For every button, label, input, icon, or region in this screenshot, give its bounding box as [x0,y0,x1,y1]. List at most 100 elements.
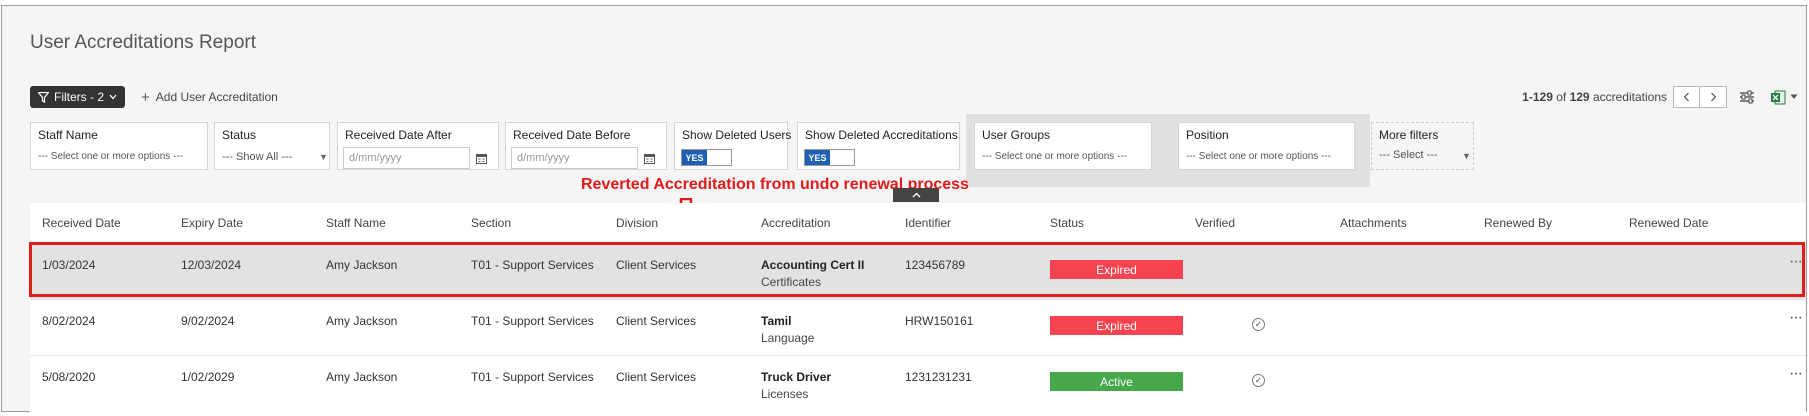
sliders-icon [1740,90,1754,104]
accreditation-cell: Truck Driver Licenses [761,370,831,401]
col-accreditation[interactable]: Accreditation [761,216,830,230]
count-total: 129 [1569,90,1590,104]
user-groups-filter[interactable]: User Groups --- Select one or more optio… [974,122,1152,170]
col-renewed-date[interactable]: Renewed Date [1629,216,1708,230]
show-deleted-users-filter: Show Deleted Users YES [674,122,792,170]
row-actions-button[interactable]: ··· [1789,253,1803,271]
col-attachments[interactable]: Attachments [1340,216,1407,230]
chevron-up-icon [912,192,920,198]
position-label: Position [1186,128,1229,142]
status-filter[interactable]: Status --- Show All --- ▼ [214,122,330,170]
accreditation-category: Licenses [761,387,809,401]
col-received-date[interactable]: Received Date [42,216,121,230]
record-count: 1-129 of 129 accreditations [1522,90,1667,104]
received-before-input[interactable]: d/mm/yyyy [511,147,638,169]
accreditation-cell: Accounting Cert II Certificates [761,258,864,289]
staff-name-cell: Amy Jackson [326,314,398,328]
col-division[interactable]: Division [616,216,658,230]
add-user-accreditation-button[interactable]: + Add User Accreditation [141,89,278,106]
page-title: User Accreditations Report [30,32,256,53]
table-row[interactable]: 1/03/2024 12/03/2024 Amy Jackson T01 - S… [30,244,1806,300]
show-deleted-accreditations-filter: Show Deleted Accreditations YES [797,122,960,170]
division-cell: Client Services [616,314,697,328]
identifier-cell: 1231231231 [905,370,972,384]
count-range: 1-129 [1522,90,1553,104]
col-identifier[interactable]: Identifier [905,216,951,230]
excel-icon [1771,90,1786,104]
chevron-down-icon [1790,94,1798,99]
status-value: --- Show All --- [222,151,293,163]
received-after-filter: Received Date After d/mm/yyyy [337,122,499,170]
toggle-on-label: YES [682,150,707,165]
count-of: of [1556,90,1567,104]
show-deleted-users-toggle[interactable]: YES [681,149,732,166]
filters-label: Filters - 2 [54,90,105,104]
pager [1673,86,1727,108]
show-deleted-accreditations-label: Show Deleted Accreditations [805,128,958,142]
staff-name-filter[interactable]: Staff Name --- Select one or more option… [30,122,208,170]
accreditation-category: Certificates [761,275,822,289]
received-before-filter: Received Date Before d/mm/yyyy [505,122,667,170]
show-deleted-users-label: Show Deleted Users [682,128,792,142]
accreditation-cell: Tamil Language [761,314,814,345]
accreditations-table: Received Date Expiry Date Staff Name Sec… [30,203,1806,412]
expiry-date-cell: 1/02/2029 [181,370,235,384]
verified-check-icon: ✓ [1252,318,1265,331]
toggle-on-label: YES [805,150,830,165]
column-settings-button[interactable] [1737,87,1757,107]
calendar-icon[interactable] [644,151,655,169]
pagination-tools: 1-129 of 129 accreditations [1522,86,1801,108]
dropdown-caret-icon: ▼ [319,152,328,162]
col-section[interactable]: Section [471,216,511,230]
status-badge: Expired [1050,316,1183,335]
col-staff-name[interactable]: Staff Name [326,216,386,230]
more-filters-label: More filters [1379,128,1439,142]
accreditation-name: Accounting Cert II [761,258,865,272]
position-placeholder: --- Select one or more options --- [1186,151,1332,162]
received-date-cell: 5/08/2020 [42,370,96,384]
collapse-filters-button[interactable] [893,188,939,202]
expiry-date-cell: 12/03/2024 [181,258,242,272]
division-cell: Client Services [616,258,697,272]
division-cell: Client Services [616,370,697,384]
dropdown-caret-icon: ▼ [1462,151,1471,161]
status-badge: Active [1050,372,1183,391]
position-filter[interactable]: Position --- Select one or more options … [1178,122,1355,170]
received-before-label: Received Date Before [513,128,631,142]
received-date-cell: 8/02/2024 [42,314,96,328]
col-status[interactable]: Status [1050,216,1084,230]
section-cell: T01 - Support Services [471,314,594,328]
chevron-left-icon [1683,92,1689,102]
col-verified[interactable]: Verified [1195,216,1235,230]
received-date-cell: 1/03/2024 [42,258,96,272]
identifier-cell: 123456789 [905,258,966,272]
plus-icon: + [141,88,150,106]
export-excel-button[interactable] [1767,87,1801,107]
chevron-down-icon [109,94,117,100]
col-renewed-by[interactable]: Renewed By [1484,216,1552,230]
more-filters-value: --- Select --- [1379,149,1438,161]
accreditation-name: Tamil [761,314,792,328]
toolbar: Filters - 2 + Add User Accreditation [30,86,278,108]
count-unit: accreditations [1592,90,1667,104]
staff-name-label: Staff Name [38,128,98,142]
next-page-button[interactable] [1700,86,1727,108]
row-actions-button[interactable]: ··· [1789,365,1803,383]
funnel-icon [38,91,49,103]
add-label: Add User Accreditation [155,90,278,104]
received-after-input[interactable]: d/mm/yyyy [343,147,470,169]
table-row[interactable]: 8/02/2024 9/02/2024 Amy Jackson T01 - Su… [30,300,1806,356]
filters-button[interactable]: Filters - 2 [30,86,126,108]
show-deleted-accreditations-toggle[interactable]: YES [804,149,855,166]
chevron-right-icon [1710,92,1716,102]
row-actions-button[interactable]: ··· [1789,309,1803,327]
previous-page-button[interactable] [1673,86,1700,108]
calendar-icon[interactable] [476,151,487,169]
col-expiry-date[interactable]: Expiry Date [181,216,243,230]
user-groups-placeholder: --- Select one or more options --- [982,151,1128,162]
staff-name-placeholder: --- Select one or more options --- [38,151,184,162]
accreditation-name: Truck Driver [761,370,832,384]
identifier-cell: HRW150161 [905,314,974,328]
more-filters[interactable]: More filters --- Select --- ▼ [1371,122,1474,170]
table-row[interactable]: 5/08/2020 1/02/2029 Amy Jackson T01 - Su… [30,356,1806,412]
